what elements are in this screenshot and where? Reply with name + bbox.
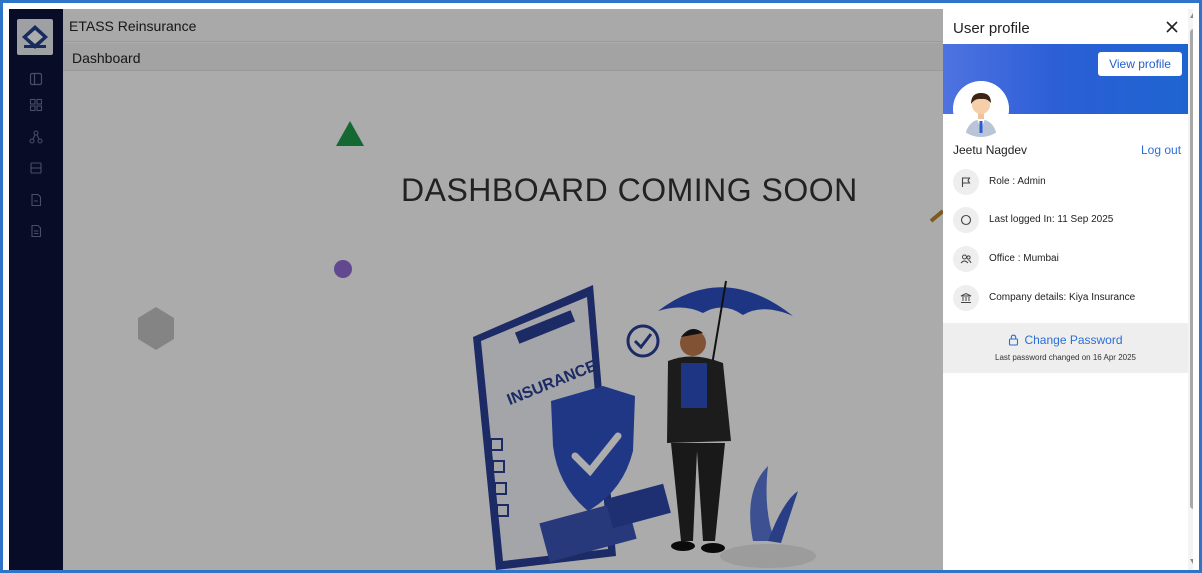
last-login-text: Last logged In: 11 Sep 2025 [989,214,1114,225]
logout-link[interactable]: Log out [1141,143,1181,157]
lock-icon [1009,334,1019,346]
change-password-section: Change Password Last password changed on… [943,323,1188,373]
scrollbar[interactable] [1188,9,1193,570]
close-icon[interactable] [1163,18,1181,36]
role-row: Role : Admin [953,169,1183,195]
last-login-row: Last logged In: 11 Sep 2025 [953,207,1183,233]
modal-backdrop[interactable] [9,9,943,570]
user-profile-panel: User profile View profile Jeetu Nagdev L… [943,9,1188,570]
company-text: Company details: Kiya Insurance [989,292,1136,303]
scroll-up-arrow-icon[interactable] [1190,13,1193,18]
user-name: Jeetu Nagdev [953,143,1028,157]
flag-icon [953,169,979,195]
clock-icon [953,207,979,233]
panel-title: User profile [953,20,1030,37]
company-row: Company details: Kiya Insurance [953,285,1183,311]
change-password-label: Change Password [1024,333,1123,347]
scroll-down-arrow-icon[interactable] [1190,559,1193,564]
bank-icon [953,285,979,311]
app-window: ETASS Reinsurance Dashboard DASHBOARD CO… [0,0,1202,573]
app-viewport: ETASS Reinsurance Dashboard DASHBOARD CO… [9,9,1193,570]
panel-header: User profile [943,9,1188,44]
role-text: Role : Admin [989,176,1046,187]
people-icon [953,246,979,272]
change-password-link[interactable]: Change Password [943,333,1188,347]
avatar [953,81,1009,137]
scrollbar-thumb[interactable] [1190,29,1193,509]
office-row: Office : Mumbai [953,246,1183,272]
view-profile-button[interactable]: View profile [1098,52,1182,76]
password-note: Last password changed on 16 Apr 2025 [995,353,1136,362]
office-text: Office : Mumbai [989,253,1059,264]
